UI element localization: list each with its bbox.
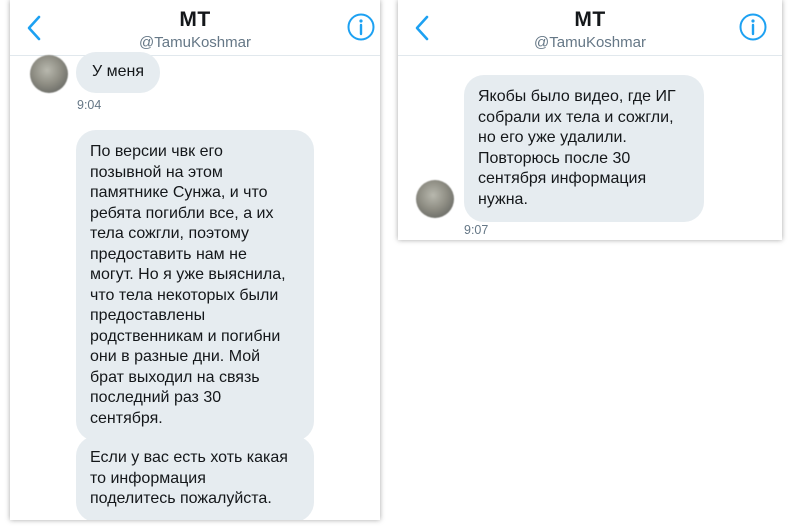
message-time: 9:07 xyxy=(464,223,489,237)
info-circle-icon xyxy=(739,13,767,41)
message-time: 9:04 xyxy=(77,98,102,112)
conversation-header: MT @TamuKoshmar xyxy=(10,0,380,56)
info-button[interactable] xyxy=(738,12,768,42)
conversation-header: MT @TamuKoshmar xyxy=(398,0,782,56)
message-bubble[interactable]: Если у вас есть хоть какая то информация… xyxy=(76,436,314,520)
conversation-handle: @TamuKoshmar xyxy=(534,34,646,51)
conversation-title: MT xyxy=(574,8,606,31)
conversation-screen-left: MT @TamuKoshmar У меня 9:04 По версии чв… xyxy=(10,0,380,520)
message-bubble[interactable]: По версии чвк его позывной на этом памят… xyxy=(76,130,314,441)
info-button[interactable] xyxy=(346,12,376,42)
conversation-screen-right: MT @TamuKoshmar Якобы было видео, где ИГ… xyxy=(398,0,782,240)
avatar[interactable] xyxy=(30,55,68,93)
message-bubble[interactable]: У меня xyxy=(76,52,161,93)
info-circle-icon xyxy=(347,13,375,41)
conversation-title: MT xyxy=(179,8,211,31)
conversation-handle: @TamuKoshmar xyxy=(139,34,251,51)
avatar[interactable] xyxy=(416,180,454,218)
message-bubble[interactable]: Якобы было видео, где ИГ собрали их тела… xyxy=(464,75,704,222)
